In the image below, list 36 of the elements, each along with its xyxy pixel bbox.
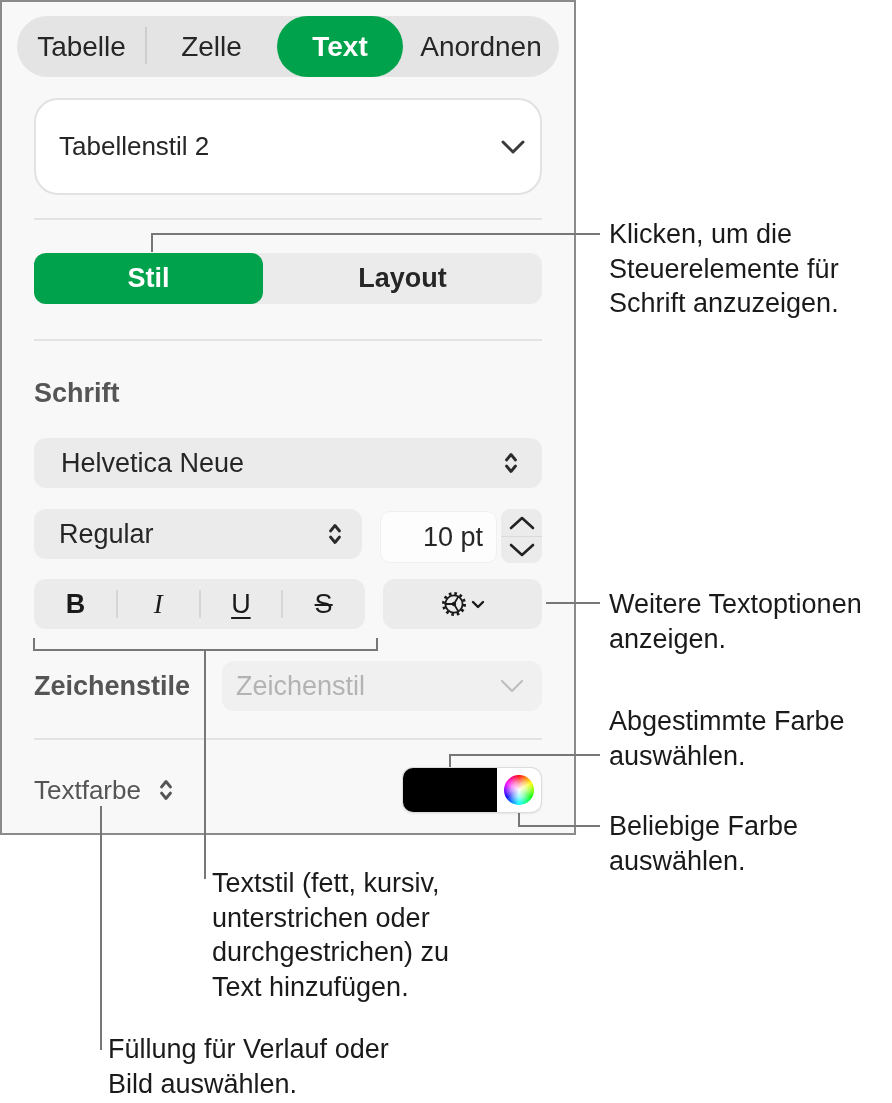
tab[interactable]: Tabelle [17,16,146,77]
chevron-down-icon [500,679,524,693]
chevron-up-down-icon [328,522,342,546]
text-color-popup[interactable]: Textfarbe [34,774,173,806]
callout-text: Füllung für Verlauf oder Bild auswählen. [108,1033,389,1101]
text-options-button[interactable] [383,579,542,629]
color-wheel-icon[interactable] [504,775,534,805]
callout-text: Klicken, um die Steuerelemente für Schrift anzuzeigen. [609,218,839,320]
chevron-down-icon [470,599,485,609]
chevron-up-icon [508,515,535,530]
color-swatch[interactable] [403,768,497,812]
strikethrough-button[interactable]: S [282,579,365,629]
leader-line [545,602,601,604]
callout-text: Abgestimmte Farbe auswählen. [609,705,845,773]
font-size-field[interactable]: 10 pt [380,511,497,563]
chevron-up-down-icon [504,451,518,475]
stepper-down-button[interactable] [501,536,542,563]
table-style-dropdown[interactable]: Tabellenstil 2 [34,98,542,195]
callout-text: Weitere Textoptionen anzeigen. [609,588,862,656]
tab[interactable]: Zelle [146,16,277,77]
tab[interactable]: Anordnen [403,16,559,77]
underline-button[interactable]: U [199,579,283,629]
font-family-popup[interactable]: Helvetica Neue [34,438,542,488]
segment-tab[interactable]: Layout [263,253,542,304]
section-heading: Schrift [34,378,120,408]
stepper-up-button[interactable] [501,509,542,536]
callout-text: Beliebige Farbe auswählen. [609,810,799,878]
field-label: Zeichenstile [34,670,191,702]
chevron-down-icon [501,139,525,154]
italic-button[interactable]: I [116,579,200,629]
chevron-up-down-icon [158,778,173,802]
callout-text: Textstil (fett, kursiv, unterstrichen oder durchgestrichen) zu Text hinzufügen. [212,867,450,1004]
chevron-down-icon [508,543,535,557]
gear-icon [440,591,467,617]
bold-button[interactable]: B [34,579,117,629]
typeface-popup[interactable]: Regular [34,509,362,559]
